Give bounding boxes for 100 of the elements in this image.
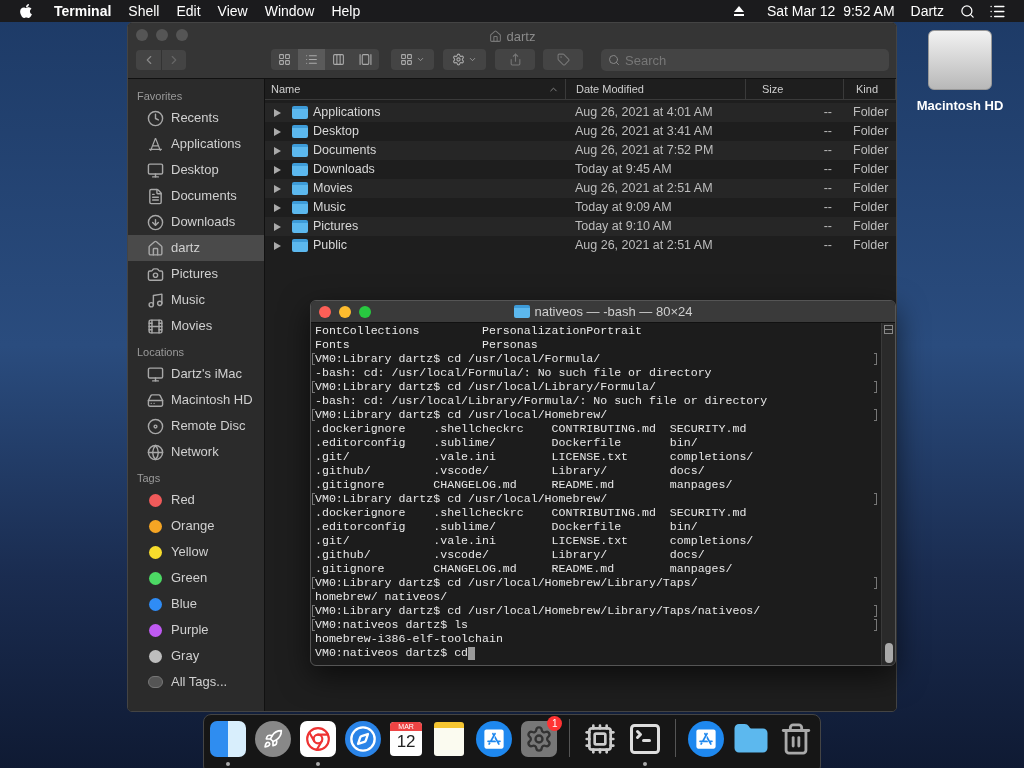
- size-cell-text: --: [822, 161, 833, 179]
- menu-item[interactable]: Edit: [176, 0, 201, 22]
- column-header[interactable]: Size: [746, 79, 844, 99]
- film-icon: [146, 317, 164, 335]
- mark-bracket: [874, 381, 877, 393]
- sidebar-item[interactable]: Dartz's iMac: [128, 361, 264, 387]
- split-icon[interactable]: [884, 325, 893, 334]
- file-name: Public: [313, 237, 348, 255]
- sidebar-item[interactable]: Yellow: [128, 539, 264, 565]
- sidebar-item[interactable]: Recents: [128, 105, 264, 131]
- compass-icon[interactable]: [344, 720, 382, 758]
- sidebar-item[interactable]: Desktop: [128, 157, 264, 183]
- sidebar-item[interactable]: Downloads: [128, 209, 264, 235]
- terminal-output: FontCollections PersonalizationPortrait: [315, 324, 642, 338]
- disc-icon: [146, 417, 164, 435]
- terminal-output: .github/ .vscode/ Library/ docs/: [315, 464, 705, 478]
- sidebar-item[interactable]: Remote Disc: [128, 413, 264, 439]
- menu-item[interactable]: View: [217, 0, 248, 22]
- apple-icon[interactable]: [18, 3, 34, 19]
- menu-item[interactable]: Help: [331, 0, 361, 22]
- terminal-output: .editorconfig .sublime/ Dockerfile bin/: [315, 436, 698, 450]
- terminal-command: VM0:Library dartz$ cd /usr/local/Formula/: [315, 352, 601, 366]
- sidebar-item[interactable]: Gray: [128, 643, 264, 669]
- terminal-output: -bash: cd: /usr/local/Formula/: No such file or directory: [315, 366, 712, 380]
- mark-bracket: [312, 409, 315, 421]
- kind-cell-text: Folder: [852, 218, 890, 236]
- clock[interactable]: Sat Mar 12 9:52 AM: [766, 0, 895, 22]
- download-icon: [146, 213, 164, 231]
- menu-item[interactable]: Window: [264, 0, 315, 22]
- scrollbar[interactable]: [881, 323, 895, 665]
- file-row[interactable]: Movies Aug 26, 2021 at 2:51 AM -- Folder: [265, 179, 896, 198]
- menu-item[interactable]: Shell: [128, 0, 160, 22]
- file-name: Movies: [313, 180, 353, 198]
- columns-icon: [332, 53, 345, 66]
- user-name[interactable]: Dartz: [910, 0, 944, 22]
- sidebar-item[interactable]: Music: [128, 287, 264, 313]
- view-button[interactable]: [271, 49, 298, 70]
- search-icon[interactable]: [960, 3, 975, 19]
- eject-icon[interactable]: [732, 5, 745, 17]
- calendar-day: 12: [396, 731, 416, 753]
- music-note-icon: [146, 291, 164, 309]
- folder-icon: [292, 144, 308, 157]
- view-button[interactable]: [352, 49, 379, 70]
- window-title: dartz: [506, 28, 536, 46]
- minimize-button[interactable]: [339, 306, 351, 318]
- sidebar-item[interactable]: Blue: [128, 591, 264, 617]
- monitor-icon: [146, 161, 164, 179]
- file-name: Pictures: [313, 218, 359, 236]
- action-button[interactable]: [443, 49, 486, 70]
- home-icon: [488, 30, 502, 44]
- file-name: Applications: [313, 104, 381, 122]
- sidebar-item[interactable]: Red: [128, 487, 264, 513]
- file-name: Music: [313, 199, 346, 217]
- sidebar-item[interactable]: Network: [128, 439, 264, 465]
- group-button[interactable]: [391, 49, 434, 70]
- date-cell-text: Today at 9:45 AM: [574, 161, 673, 179]
- menu-item[interactable]: Terminal: [54, 0, 112, 22]
- column-header[interactable]: Date Modified: [566, 79, 746, 99]
- view-button[interactable]: [325, 49, 352, 70]
- terminal-output: .git/ .vale.ini LICENSE.txt completions/: [315, 534, 754, 548]
- monitor-icon: [146, 365, 164, 383]
- close-button[interactable]: [319, 306, 331, 318]
- sidebar-item[interactable]: All Tags...: [128, 669, 264, 695]
- sidebar-item[interactable]: Movies: [128, 313, 264, 339]
- column-header[interactable]: Name: [265, 79, 566, 99]
- sidebar-item[interactable]: Orange: [128, 513, 264, 539]
- sidebar-item[interactable]: Pictures: [128, 261, 264, 287]
- sidebar-item[interactable]: dartz: [128, 235, 264, 261]
- date-cell-text: Aug 26, 2021 at 4:01 AM: [574, 104, 714, 122]
- terminal-output: .git/ .vale.ini LICENSE.txt completions/: [315, 450, 754, 464]
- desktop-icon-label[interactable]: Macintosh HD: [916, 96, 1004, 116]
- rocket-icon[interactable]: [254, 720, 292, 758]
- mark-bracket: [874, 577, 877, 589]
- mark-bracket: [874, 493, 877, 505]
- terminal-output: .github/ .vscode/ Library/ docs/: [315, 548, 705, 562]
- caret-icon: [416, 55, 425, 64]
- sidebar-item[interactable]: Documents: [128, 183, 264, 209]
- app-store-icon[interactable]: [687, 720, 725, 758]
- mark-bracket: [312, 577, 315, 589]
- terminal-output: .gitignore CHANGELOG.md README.md manpages/: [315, 478, 733, 492]
- zoom-button[interactable]: [359, 306, 371, 318]
- disclosure-icon[interactable]: [274, 241, 281, 250]
- file-row[interactable]: Applications Aug 26, 2021 at 4:01 AM -- Folder: [265, 103, 896, 122]
- scroll-thumb[interactable]: [884, 643, 893, 663]
- sidebar-item[interactable]: Macintosh HD: [128, 387, 264, 413]
- gear-icon[interactable]: [520, 720, 559, 758]
- kind-cell-text: Folder: [852, 180, 890, 198]
- globe-icon: [146, 443, 164, 461]
- tags-icon: [147, 676, 163, 688]
- column-header[interactable]: Kind: [844, 79, 896, 99]
- app-store-icon[interactable]: [475, 720, 514, 758]
- size-cell-text: --: [822, 142, 833, 160]
- terminal-command: VM0:nativeos dartz$ cd: [315, 646, 469, 660]
- file-row[interactable]: Documents Aug 26, 2021 at 7:52 PM -- Folder: [265, 141, 896, 160]
- sidebar-item[interactable]: Applications: [128, 131, 264, 157]
- sidebar-item[interactable]: Green: [128, 565, 264, 591]
- folder-icon: [292, 182, 308, 195]
- file-row[interactable]: Pictures Today at 9:10 AM -- Folder: [265, 217, 896, 236]
- sidebar-item[interactable]: Purple: [128, 617, 264, 643]
- terminal-command: VM0:Library dartz$ cd /usr/local/Homebrew/Library/Taps/nativeos/: [315, 604, 761, 618]
